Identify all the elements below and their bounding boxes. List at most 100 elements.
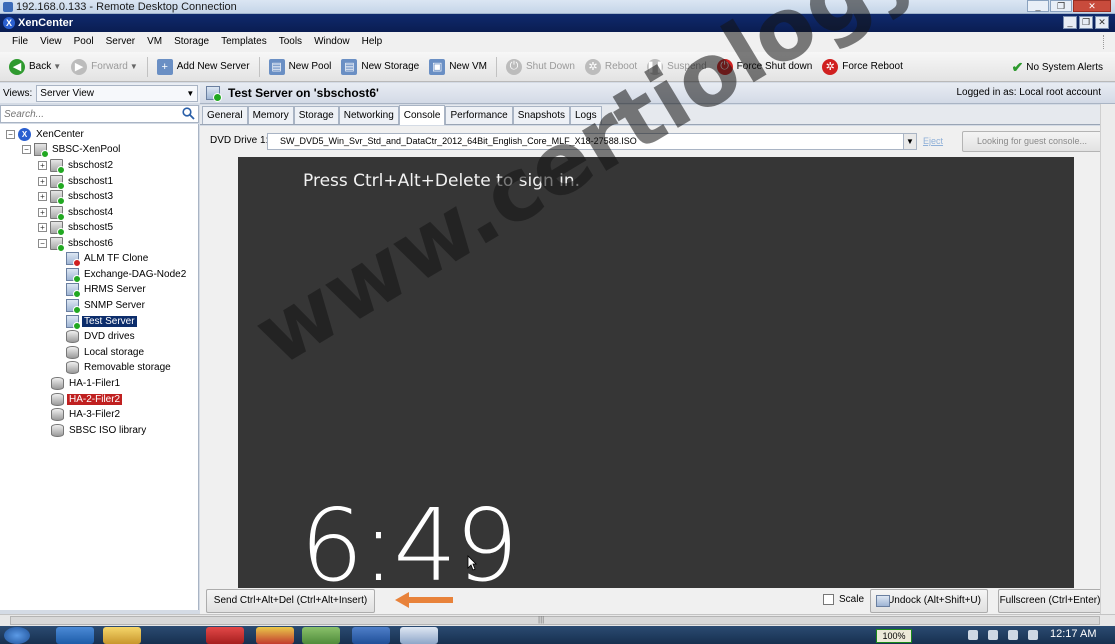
menu-server[interactable]: Server — [100, 32, 141, 52]
fullscreen-button[interactable]: Fullscreen (Ctrl+Enter) — [998, 589, 1102, 613]
menu-tools[interactable]: Tools — [273, 32, 308, 52]
guest-console-button[interactable]: Looking for guest console... — [962, 131, 1102, 152]
tab-storage[interactable]: Storage — [293, 106, 339, 124]
chevron-down-icon[interactable]: ▼ — [130, 62, 138, 71]
send-ctrl-alt-del-button[interactable]: Send Ctrl+Alt+Del (Ctrl+Alt+Insert) — [206, 589, 375, 613]
vm-console-screen[interactable]: Press Ctrl+Alt+Delete to sign in. 6:49 — [238, 157, 1074, 588]
checkbox-icon[interactable] — [823, 594, 834, 605]
new-vm-button[interactable]: ▣ New VM — [424, 54, 492, 80]
menu-help[interactable]: Help — [356, 32, 389, 52]
tab-strip: General Memory Storage Networking Consol… — [200, 105, 1115, 125]
menu-view[interactable]: View — [34, 32, 68, 52]
new-storage-icon: ▤ — [341, 58, 358, 75]
restore-icon[interactable]: ❐ — [1050, 0, 1072, 12]
undock-button[interactable]: Undock (Alt+Shift+U) — [870, 589, 988, 613]
search-input[interactable] — [1, 106, 171, 122]
tab-logs[interactable]: Logs — [569, 106, 602, 124]
eject-link[interactable]: Eject — [923, 136, 943, 146]
expand-icon[interactable]: + — [38, 177, 47, 186]
tree-node-pool[interactable]: − SBSC-XenPool — [22, 142, 122, 158]
app-icon[interactable] — [302, 627, 340, 644]
tree-node-storage[interactable]: Local storage — [66, 345, 146, 360]
expand-icon[interactable]: + — [38, 192, 47, 201]
tree-node-vm[interactable]: Exchange-DAG-Node2 — [66, 267, 188, 283]
new-storage-button[interactable]: ▤ New Storage — [336, 54, 424, 80]
dvd-drive-select[interactable]: SW_DVD5_Win_Svr_Std_and_DataCtr_2012_64B… — [267, 133, 917, 150]
suspend-button[interactable]: ❚❚ Suspend — [642, 54, 711, 80]
restore-icon[interactable]: ❐ — [1079, 16, 1093, 29]
views-select[interactable]: Server View ▼ — [36, 84, 199, 102]
tree-node-vm[interactable]: ALM TF Clone — [66, 251, 150, 267]
horizontal-scrollbar[interactable]: ||| — [0, 614, 1115, 626]
tab-memory[interactable]: Memory — [247, 106, 294, 124]
tree-node-storage[interactable]: DVD drives — [66, 329, 137, 344]
app-icon[interactable] — [206, 627, 244, 644]
tree-label: sbschost5 — [68, 222, 114, 233]
ie-icon[interactable] — [56, 627, 94, 644]
tree-node-storage[interactable]: HA-3-Filer2 — [51, 407, 122, 422]
collapse-icon[interactable]: − — [38, 239, 47, 248]
scale-checkbox[interactable]: Scale — [823, 594, 864, 605]
tree-node-storage-alert[interactable]: HA-2-Filer2 — [51, 392, 123, 407]
tree-node-xencenter[interactable]: − X XenCenter — [6, 127, 86, 142]
reboot-button[interactable]: ✲ Reboot — [580, 54, 642, 80]
tree-node-host[interactable]: + sbschost1 — [38, 174, 115, 190]
tab-snapshots[interactable]: Snapshots — [512, 106, 570, 124]
minimize-icon[interactable]: _ — [1027, 0, 1049, 12]
tab-console[interactable]: Console — [398, 105, 446, 125]
menu-window[interactable]: Window — [308, 32, 356, 52]
tree-node-host[interactable]: − sbschost6 — [38, 236, 115, 252]
menu-vm[interactable]: VM — [141, 32, 168, 52]
minimize-icon[interactable]: _ — [1063, 16, 1077, 29]
search-icon[interactable] — [182, 107, 195, 120]
forward-button[interactable]: ▶ Forward ▼ — [66, 54, 143, 80]
vm-icon — [66, 252, 81, 267]
close-icon[interactable]: ✕ — [1095, 16, 1109, 29]
tray-icon[interactable] — [988, 630, 998, 640]
tray-icon[interactable] — [968, 630, 978, 640]
collapse-icon[interactable]: − — [22, 145, 31, 154]
expand-icon[interactable]: + — [38, 208, 47, 217]
close-icon[interactable]: ✕ — [1073, 0, 1111, 12]
tree-node-storage[interactable]: Removable storage — [66, 360, 173, 375]
chrome-icon[interactable] — [256, 627, 294, 644]
tree-node-storage[interactable]: HA-1-Filer1 — [51, 376, 122, 391]
tree-node-host[interactable]: + sbschost5 — [38, 220, 115, 236]
force-shut-down-button[interactable]: ⏻ Force Shut down — [712, 54, 818, 80]
system-alerts-button[interactable]: ✔ No System Alerts — [1012, 52, 1103, 82]
server-icon — [50, 159, 65, 174]
tree-node-storage[interactable]: SBSC ISO library — [51, 423, 148, 438]
vm-icon — [206, 86, 222, 102]
back-button[interactable]: ◀ Back ▼ — [4, 54, 66, 80]
explorer-icon[interactable] — [103, 627, 141, 644]
expand-icon[interactable]: + — [38, 161, 47, 170]
chevron-down-icon[interactable]: ▼ — [53, 62, 61, 71]
add-new-server-button[interactable]: + Add New Server — [152, 54, 255, 80]
tree-node-host[interactable]: + sbschost2 — [38, 158, 115, 174]
new-pool-button[interactable]: ▤ New Pool — [264, 54, 337, 80]
menu-templates[interactable]: Templates — [215, 32, 273, 52]
force-reboot-button[interactable]: ✲ Force Reboot — [817, 54, 908, 80]
shut-down-button[interactable]: ⏻ Shut Down — [501, 54, 580, 80]
tree-node-host[interactable]: + sbschost3 — [38, 189, 115, 205]
tree-node-host[interactable]: + sbschost4 — [38, 205, 115, 221]
menu-pool[interactable]: Pool — [68, 32, 100, 52]
word-icon[interactable] — [352, 627, 390, 644]
tab-general[interactable]: General — [202, 106, 248, 124]
start-button-icon[interactable] — [4, 627, 30, 644]
volume-icon[interactable] — [1028, 630, 1038, 640]
menu-storage[interactable]: Storage — [168, 32, 215, 52]
network-icon[interactable] — [1008, 630, 1018, 640]
menu-file[interactable]: File — [6, 32, 34, 52]
scrollbar-thumb[interactable] — [10, 616, 1100, 625]
collapse-icon[interactable]: − — [6, 130, 15, 139]
tree-node-vm-selected[interactable]: Test Server — [66, 314, 137, 330]
tab-performance[interactable]: Performance — [445, 106, 513, 124]
vertical-scrollbar[interactable] — [1100, 104, 1115, 614]
rdp-taskbar-icon[interactable] — [400, 627, 438, 644]
tree-node-vm[interactable]: SNMP Server — [66, 298, 147, 314]
tab-networking[interactable]: Networking — [338, 106, 399, 124]
tree-node-vm[interactable]: HRMS Server — [66, 282, 148, 298]
zoom-level[interactable]: 100% — [876, 629, 912, 643]
expand-icon[interactable]: + — [38, 223, 47, 232]
